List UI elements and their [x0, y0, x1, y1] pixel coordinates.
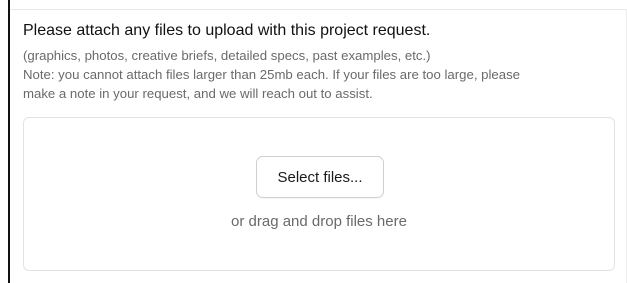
help-line-size-limit: Note: you cannot attach files larger tha… [23, 67, 521, 82]
top-divider [10, 9, 627, 10]
help-line-file-types: (graphics, photos, creative briefs, deta… [23, 48, 431, 63]
upload-section: Please attach any files to upload with t… [23, 20, 617, 103]
left-border-line [8, 0, 10, 283]
help-text: (graphics, photos, creative briefs, deta… [23, 46, 617, 103]
section-title: Please attach any files to upload with t… [23, 22, 431, 39]
drag-drop-hint: or drag and drop files here [231, 213, 407, 230]
select-files-button[interactable]: Select files... [256, 156, 384, 198]
file-dropzone[interactable]: Select files... or drag and drop files h… [23, 117, 615, 271]
help-line-assist-note: make a note in your request, and we will… [23, 86, 373, 101]
